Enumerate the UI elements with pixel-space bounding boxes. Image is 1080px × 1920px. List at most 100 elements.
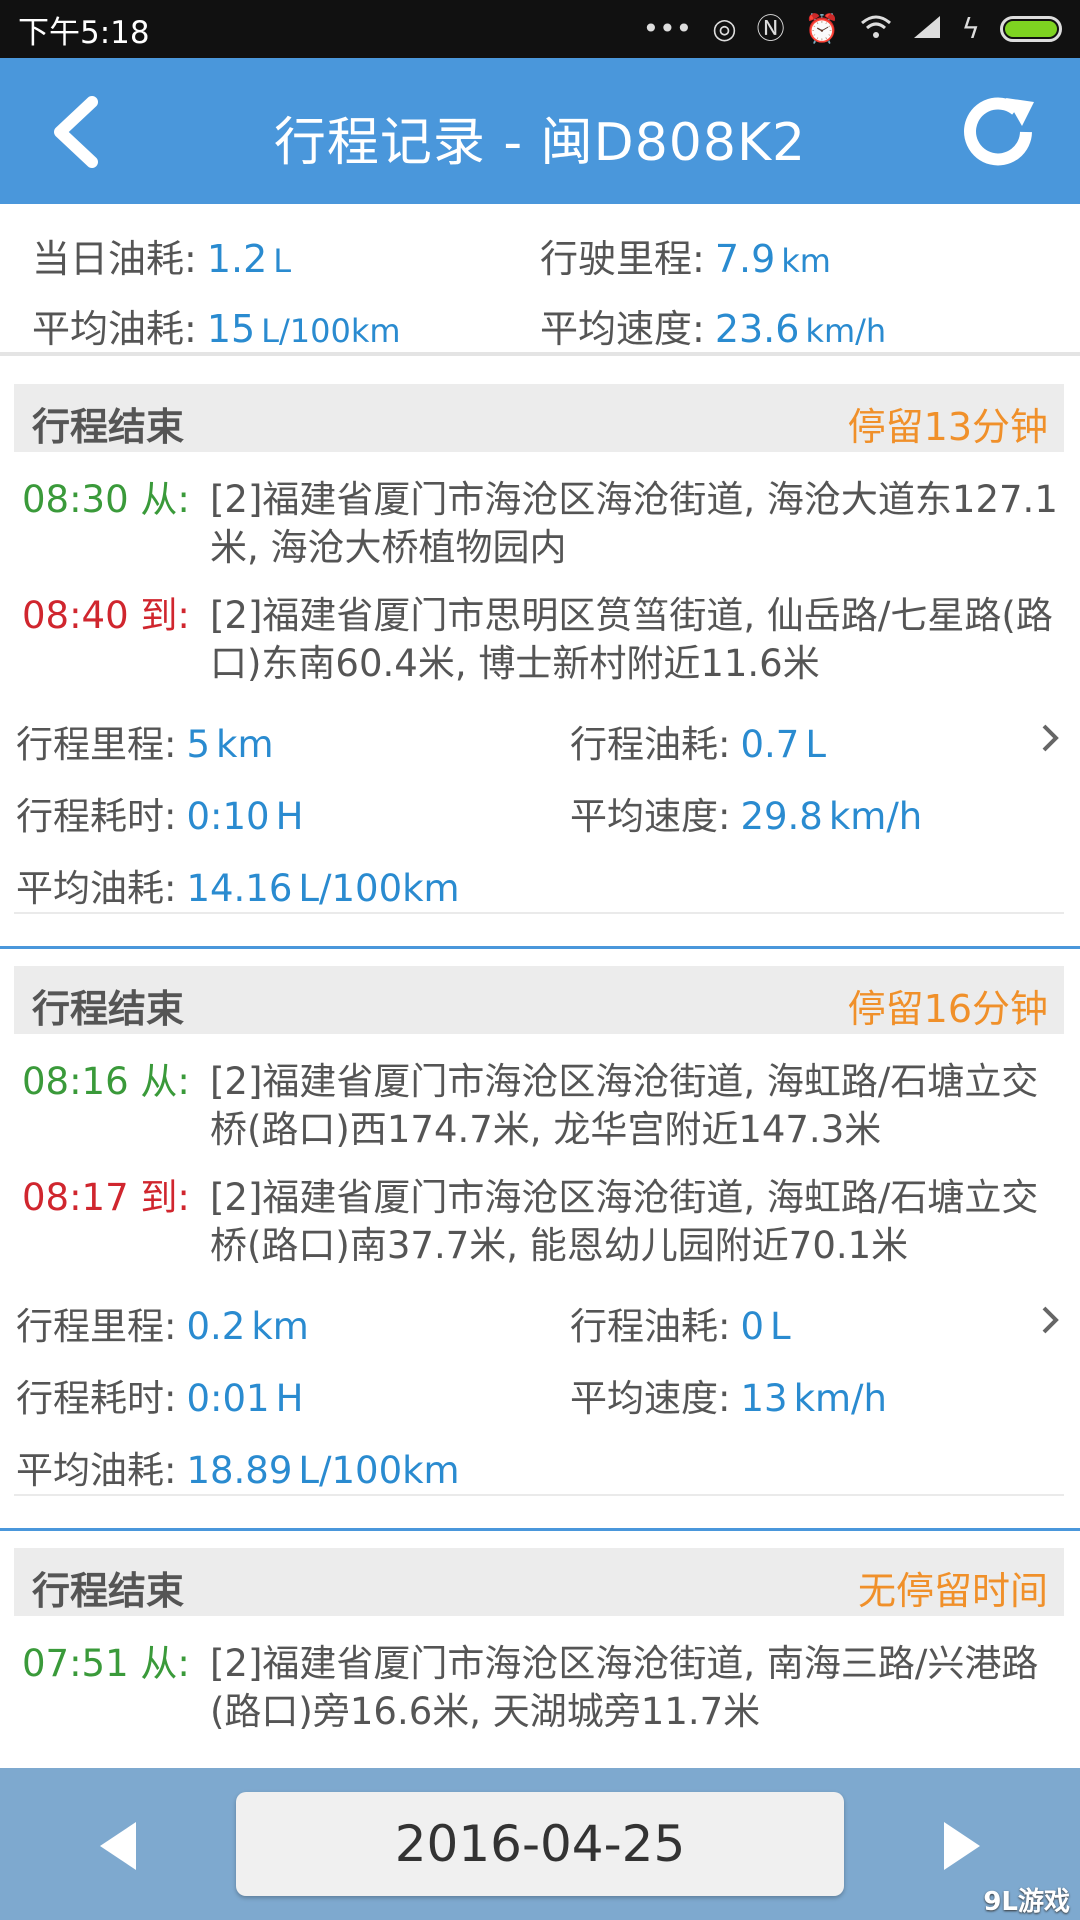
nfc-icon: Ⓝ [756, 12, 785, 45]
to-time: 08:17 到: [22, 1176, 190, 1219]
fuel-label: 行程油耗: [570, 1305, 731, 1348]
trip-card[interactable]: 行程结束 无停留时间 07:51 从: [2]福建省厦门市海沧区海沧街道, 南海… [0, 1548, 1080, 1768]
fuel-unit: L [805, 723, 826, 766]
distance-label: 行程里程: [16, 723, 177, 766]
trip-to: 08:40 到: [2]福建省厦门市思明区筼筜街道, 仙岳路/七星路(路口)东南… [22, 592, 1062, 692]
speed-value: 29.8 [740, 795, 823, 838]
trip-from: 08:30 从: [2]福建省厦门市海沧区海沧街道, 海沧大道东127.1米, … [22, 476, 1062, 576]
signal-icon [912, 14, 942, 45]
trip-duration: 行程耗时: 0:10 H [16, 786, 303, 840]
status-icons: ••• ◎ Ⓝ ⏰ ϟ [643, 14, 1062, 45]
hotspot-icon: ◎ [712, 12, 737, 45]
trip-stay: 停留13分钟 [847, 405, 1048, 449]
mileage-value: 7.9 [714, 237, 776, 281]
divider [14, 912, 1064, 914]
chevron-right-icon[interactable] [1040, 722, 1060, 754]
from-address: [2]福建省厦门市海沧区海沧街道, 南海三路/兴港路(路口)旁16.6米, 天湖… [210, 1642, 1039, 1733]
speed-label: 平均速度: [570, 795, 731, 838]
avg-fuel-label: 平均油耗: [32, 307, 197, 351]
avg-speed-value: 23.6 [714, 307, 800, 351]
fuel-unit: L [770, 1305, 791, 1348]
trip-stay: 无停留时间 [857, 1569, 1048, 1613]
avg-fuel-label: 平均油耗: [16, 1449, 177, 1492]
daily-fuel-label: 当日油耗: [32, 237, 197, 281]
from-time: 07:51 从: [22, 1642, 190, 1685]
from-address: [2]福建省厦门市海沧区海沧街道, 海虹路/石塘立交桥(路口)西174.7米, … [210, 1060, 1039, 1151]
date-navigation-bar: 2016-04-25 9L游戏 [0, 1768, 1080, 1920]
avg-fuel-value: 18.89 [186, 1449, 293, 1492]
trip-fuel: 行程油耗: 0 L [570, 1296, 791, 1350]
daily-mileage: 行驶里程: 7.9 km [540, 228, 831, 283]
trip-card[interactable]: 行程结束 停留16分钟 08:16 从: [2]福建省厦门市海沧区海沧街道, 海… [0, 966, 1080, 1531]
from-time: 08:30 从: [22, 478, 190, 521]
status-time: 下午5:18 [18, 14, 150, 51]
app-header: 行程记录 - 闽D808K2 [0, 58, 1080, 204]
avg-fuel-value: 15 [206, 307, 256, 351]
avg-fuel-unit: L/100km [298, 1449, 460, 1492]
to-time: 08:40 到: [22, 594, 190, 637]
speed-value: 13 [740, 1377, 788, 1420]
status-bar: 下午5:18 ••• ◎ Ⓝ ⏰ ϟ [0, 0, 1080, 58]
trip-status: 行程结束 [32, 1569, 185, 1613]
distance-label: 行程里程: [16, 1305, 177, 1348]
duration-unit: H [275, 1377, 304, 1420]
trip-distance: 行程里程: 0.2 km [16, 1296, 309, 1350]
wifi-icon [860, 14, 892, 45]
speed-unit: km/h [828, 795, 923, 838]
trip-from: 08:16 从: [2]福建省厦门市海沧区海沧街道, 海虹路/石塘立交桥(路口)… [22, 1058, 1062, 1158]
prev-day-icon[interactable] [96, 1818, 140, 1874]
trip-header: 行程结束 停留16分钟 [14, 966, 1064, 1034]
trip-duration: 行程耗时: 0:01 H [16, 1368, 303, 1422]
avg-fuel-value: 14.16 [186, 867, 293, 910]
duration-value: 0:10 [186, 795, 270, 838]
daily-avg-fuel: 平均油耗: 15 L/100km [32, 298, 401, 353]
date-picker-button[interactable]: 2016-04-25 [236, 1792, 844, 1896]
from-time: 08:16 从: [22, 1060, 190, 1103]
fuel-value: 0 [740, 1305, 765, 1348]
daily-fuel-value: 1.2 [206, 237, 268, 281]
daily-summary: 当日油耗: 1.2 L 行驶里程: 7.9 km 平均油耗: 15 L/100km 平均速度… [0, 204, 1080, 356]
trip-avg-fuel: 平均油耗: 18.89 L/100km [16, 1440, 460, 1494]
daily-fuel: 当日油耗: 1.2 L [32, 228, 291, 283]
watermark: 9L游戏 [983, 1887, 1070, 1917]
avg-speed-label: 平均速度: [540, 307, 705, 351]
next-day-icon[interactable] [940, 1818, 984, 1874]
avg-fuel-unit: L/100km [298, 867, 460, 910]
charging-icon: ϟ [961, 12, 980, 45]
chevron-right-icon[interactable] [1040, 1304, 1060, 1336]
trip-header: 行程结束 停留13分钟 [14, 384, 1064, 452]
trip-header: 行程结束 无停留时间 [14, 1548, 1064, 1616]
trip-status: 行程结束 [32, 405, 185, 449]
divider [0, 946, 1080, 949]
alarm-icon: ⏰ [804, 12, 840, 45]
refresh-icon[interactable] [956, 88, 1042, 174]
to-address: [2]福建省厦门市海沧区海沧街道, 海虹路/石塘立交桥(路口)南37.7米, 能… [210, 1176, 1039, 1267]
mileage-label: 行驶里程: [540, 237, 705, 281]
from-address: [2]福建省厦门市海沧区海沧街道, 海沧大道东127.1米, 海沧大桥植物园内 [210, 478, 1058, 569]
trip-card[interactable]: 行程结束 停留13分钟 08:30 从: [2]福建省厦门市海沧区海沧街道, 海… [0, 384, 1080, 949]
mileage-unit: km [781, 242, 831, 280]
trip-to: 08:17 到: [2]福建省厦门市海沧区海沧街道, 海虹路/石塘立交桥(路口)… [22, 1174, 1062, 1274]
daily-fuel-unit: L [273, 242, 292, 280]
avg-fuel-label: 平均油耗: [16, 867, 177, 910]
trip-from: 07:51 从: [2]福建省厦门市海沧区海沧街道, 南海三路/兴港路(路口)旁… [22, 1640, 1062, 1740]
to-address: [2]福建省厦门市思明区筼筜街道, 仙岳路/七星路(路口)东南60.4米, 博士… [210, 594, 1053, 685]
more-icon: ••• [642, 12, 693, 45]
trip-avg-speed: 平均速度: 29.8 km/h [570, 786, 922, 840]
distance-unit: km [216, 723, 274, 766]
avg-speed-unit: km/h [805, 312, 887, 350]
duration-value: 0:01 [186, 1377, 270, 1420]
distance-value: 0.2 [186, 1305, 246, 1348]
duration-label: 行程耗时: [16, 795, 177, 838]
daily-avg-speed: 平均速度: 23.6 km/h [540, 298, 886, 353]
avg-fuel-unit: L/100km [261, 312, 401, 350]
distance-unit: km [251, 1305, 309, 1348]
trip-avg-speed: 平均速度: 13 km/h [570, 1368, 887, 1422]
battery-icon [1000, 16, 1062, 42]
duration-label: 行程耗时: [16, 1377, 177, 1420]
duration-unit: H [275, 795, 304, 838]
trip-distance: 行程里程: 5 km [16, 714, 274, 768]
divider [14, 1494, 1064, 1496]
fuel-value: 0.7 [740, 723, 800, 766]
trip-avg-fuel: 平均油耗: 14.16 L/100km [16, 858, 460, 912]
